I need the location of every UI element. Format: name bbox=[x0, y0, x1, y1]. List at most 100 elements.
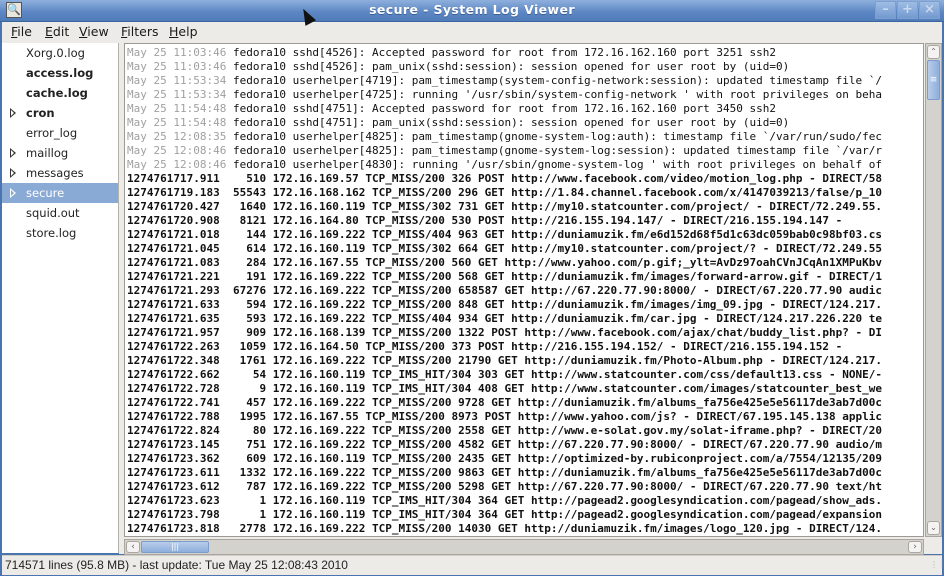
log-message: 1274761720.908 8121 172.16.164.80 TCP_MI… bbox=[127, 214, 843, 227]
log-line[interactable]: 1274761722.741 457 172.16.169.222 TCP_MI… bbox=[127, 396, 882, 410]
log-line[interactable]: May 25 11:54:48 fedora10 sshd[4751]: pam… bbox=[127, 116, 789, 130]
log-message: fedora10 sshd[4751]: pam_unix(sshd:sessi… bbox=[226, 116, 790, 129]
log-message: 1274761717.911 510 172.16.169.57 TCP_MIS… bbox=[127, 172, 882, 185]
log-message: fedora10 sshd[4526]: Accepted password f… bbox=[226, 46, 777, 59]
scroll-up-arrow-icon[interactable]: ⌃ bbox=[927, 45, 940, 59]
sidebar-item-error-log[interactable]: error_log bbox=[2, 123, 118, 143]
sidebar-item-label: error_log bbox=[26, 126, 78, 140]
menu-view[interactable]: View bbox=[79, 24, 109, 39]
log-timestamp: May 25 11:54:48 bbox=[127, 102, 227, 115]
vertical-scrollbar[interactable]: ⌃ ≡ ⌄ bbox=[925, 43, 942, 537]
log-line[interactable]: 1274761721.221 191 172.16.169.222 TCP_MI… bbox=[127, 270, 882, 284]
log-line[interactable]: 1274761717.911 510 172.16.169.57 TCP_MIS… bbox=[127, 172, 882, 186]
log-line[interactable]: 1274761721.045 614 172.16.160.119 TCP_MI… bbox=[127, 242, 882, 256]
sidebar-item-cache-log[interactable]: cache.log bbox=[2, 83, 118, 103]
log-line[interactable]: 1274761722.263 1059 172.16.164.50 TCP_MI… bbox=[127, 340, 842, 354]
sidebar-item-store-log[interactable]: store.log bbox=[2, 223, 118, 243]
close-button[interactable]: × bbox=[919, 1, 940, 19]
log-line[interactable]: May 25 12:08:35 fedora10 userhelper[4825… bbox=[127, 130, 882, 144]
log-message: 1274761722.788 1995 172.16.167.55 TCP_MI… bbox=[127, 410, 882, 423]
menu-edit[interactable]: Edit bbox=[45, 24, 69, 39]
menu-file[interactable]: File bbox=[11, 24, 32, 39]
log-message: 1274761720.427 1640 172.16.160.119 TCP_M… bbox=[127, 200, 882, 213]
sidebar-item-label: store.log bbox=[26, 226, 77, 240]
log-line[interactable]: 1274761723.145 751 172.16.169.222 TCP_MI… bbox=[127, 438, 882, 452]
log-message: fedora10 userhelper[4825]: pam_timestamp… bbox=[226, 144, 882, 157]
log-message: 1274761719.183 55543 172.16.168.162 TCP_… bbox=[127, 186, 882, 199]
sidebar-item-label: squid.out bbox=[26, 206, 80, 220]
log-line[interactable]: May 25 12:08:46 fedora10 userhelper[4825… bbox=[127, 144, 882, 158]
log-line[interactable]: 1274761723.798 1 172.16.160.119 TCP_IMS_… bbox=[127, 508, 882, 522]
log-line[interactable]: 1274761723.818 2778 172.16.169.222 TCP_M… bbox=[127, 522, 882, 536]
log-message: 1274761722.824 80 172.16.169.222 TCP_MIS… bbox=[127, 424, 882, 437]
horizontal-scrollbar[interactable]: ‹ ||| › bbox=[124, 539, 924, 555]
log-message: fedora10 userhelper[4719]: pam_timestamp… bbox=[226, 74, 882, 87]
log-message: 1274761723.623 1 172.16.160.119 TCP_IMS_… bbox=[127, 494, 882, 507]
maximize-button[interactable]: + bbox=[897, 1, 918, 19]
log-timestamp: May 25 11:53:34 bbox=[127, 88, 227, 101]
log-message: 1274761723.145 751 172.16.169.222 TCP_MI… bbox=[127, 438, 882, 451]
log-line[interactable]: 1274761722.824 80 172.16.169.222 TCP_MIS… bbox=[127, 424, 882, 438]
log-timestamp: May 25 11:54:48 bbox=[127, 116, 227, 129]
horizontal-scroll-thumb[interactable]: ||| bbox=[141, 541, 209, 553]
vertical-scroll-thumb[interactable]: ≡ bbox=[927, 60, 940, 100]
log-timestamp: May 25 11:53:34 bbox=[127, 74, 227, 87]
log-line[interactable]: 1274761721.635 593 172.16.169.222 TCP_MI… bbox=[127, 312, 882, 326]
log-line[interactable]: 1274761723.612 787 172.16.169.222 TCP_MI… bbox=[127, 480, 882, 494]
sidebar-item-secure[interactable]: secure bbox=[2, 183, 118, 203]
expander-triangle-icon[interactable] bbox=[10, 188, 16, 198]
log-line[interactable]: 1274761721.633 594 172.16.169.222 TCP_MI… bbox=[127, 298, 882, 312]
sidebar-item-cron[interactable]: cron bbox=[2, 103, 118, 123]
log-line[interactable]: 1274761722.788 1995 172.16.167.55 TCP_MI… bbox=[127, 410, 882, 424]
log-view[interactable]: May 25 11:03:46 fedora10 sshd[4526]: Acc… bbox=[124, 43, 924, 537]
menu-bar: File Edit View Filters Help bbox=[2, 22, 942, 43]
log-line[interactable]: 1274761722.728 9 172.16.160.119 TCP_IMS_… bbox=[127, 382, 882, 396]
log-line[interactable]: 1274761720.427 1640 172.16.160.119 TCP_M… bbox=[127, 200, 882, 214]
log-message: fedora10 userhelper[4725]: running '/usr… bbox=[226, 88, 882, 101]
sidebar-item-label: Xorg.0.log bbox=[26, 46, 85, 60]
log-line[interactable]: 1274761721.293 67276 172.16.169.222 TCP_… bbox=[127, 284, 882, 298]
log-line[interactable]: 1274761722.662 54 172.16.160.119 TCP_IMS… bbox=[127, 368, 882, 382]
log-line[interactable]: 1274761721.083 284 172.16.167.55 TCP_MIS… bbox=[127, 256, 882, 270]
minimize-button[interactable]: – bbox=[875, 1, 896, 19]
sidebar-item-label: cron bbox=[26, 106, 55, 120]
log-message: 1274761722.348 1761 172.16.169.222 TCP_M… bbox=[127, 354, 882, 367]
log-line[interactable]: 1274761723.611 1332 172.16.169.222 TCP_M… bbox=[127, 466, 882, 480]
status-text: 714571 lines (95.8 MB) - last update: Tu… bbox=[5, 558, 348, 572]
expander-triangle-icon[interactable] bbox=[10, 148, 16, 158]
window-controls: – + × bbox=[874, 1, 940, 19]
menu-filters[interactable]: Filters bbox=[121, 24, 158, 39]
sidebar-item-maillog[interactable]: maillog bbox=[2, 143, 118, 163]
log-line[interactable]: May 25 11:03:46 fedora10 sshd[4526]: pam… bbox=[127, 60, 789, 74]
scroll-down-arrow-icon[interactable]: ⌄ bbox=[927, 521, 940, 535]
log-line[interactable]: 1274761723.623 1 172.16.160.119 TCP_IMS_… bbox=[127, 494, 882, 508]
log-line[interactable]: 1274761722.348 1761 172.16.169.222 TCP_M… bbox=[127, 354, 882, 368]
expander-triangle-icon[interactable] bbox=[10, 108, 16, 118]
log-line[interactable]: 1274761721.018 144 172.16.169.222 TCP_MI… bbox=[127, 228, 882, 242]
log-line[interactable]: 1274761721.957 909 172.16.168.139 TCP_MI… bbox=[127, 326, 882, 340]
sidebar-item-access-log[interactable]: access.log bbox=[2, 63, 118, 83]
menu-help[interactable]: Help bbox=[169, 24, 198, 39]
expander-triangle-icon[interactable] bbox=[10, 168, 16, 178]
log-line[interactable]: May 25 12:08:46 fedora10 userhelper[4830… bbox=[127, 158, 882, 172]
log-message: 1274761723.362 609 172.16.160.119 TCP_MI… bbox=[127, 452, 882, 465]
sidebar-item-xorg-0-log[interactable]: Xorg.0.log bbox=[2, 43, 118, 63]
sidebar-item-messages[interactable]: messages bbox=[2, 163, 118, 183]
scroll-left-arrow-icon[interactable]: ‹ bbox=[126, 541, 140, 553]
scroll-right-arrow-icon[interactable]: › bbox=[908, 541, 922, 553]
log-line[interactable]: May 25 11:53:34 fedora10 userhelper[4719… bbox=[127, 74, 882, 88]
log-message: 1274761721.293 67276 172.16.169.222 TCP_… bbox=[127, 284, 882, 297]
log-message: 1274761721.083 284 172.16.167.55 TCP_MIS… bbox=[127, 256, 882, 269]
log-line[interactable]: 1274761723.362 609 172.16.160.119 TCP_MI… bbox=[127, 452, 882, 466]
log-line[interactable]: 1274761719.183 55543 172.16.168.162 TCP_… bbox=[127, 186, 882, 200]
sidebar-item-label: cache.log bbox=[26, 86, 88, 100]
log-line[interactable]: May 25 11:54:48 fedora10 sshd[4751]: Acc… bbox=[127, 102, 776, 116]
log-message: fedora10 userhelper[4825]: pam_timestamp… bbox=[226, 130, 882, 143]
resize-grip-icon[interactable]: ⋮⋮ bbox=[930, 560, 944, 572]
log-line[interactable]: May 25 11:03:46 fedora10 sshd[4526]: Acc… bbox=[127, 46, 776, 60]
title-bar[interactable]: 🔍 secure - System Log Viewer – + × bbox=[0, 0, 944, 22]
log-message: 1274761721.957 909 172.16.168.139 TCP_MI… bbox=[127, 326, 882, 339]
sidebar-item-squid-out[interactable]: squid.out bbox=[2, 203, 118, 223]
log-line[interactable]: 1274761720.908 8121 172.16.164.80 TCP_MI… bbox=[127, 214, 842, 228]
log-line[interactable]: May 25 11:53:34 fedora10 userhelper[4725… bbox=[127, 88, 882, 102]
